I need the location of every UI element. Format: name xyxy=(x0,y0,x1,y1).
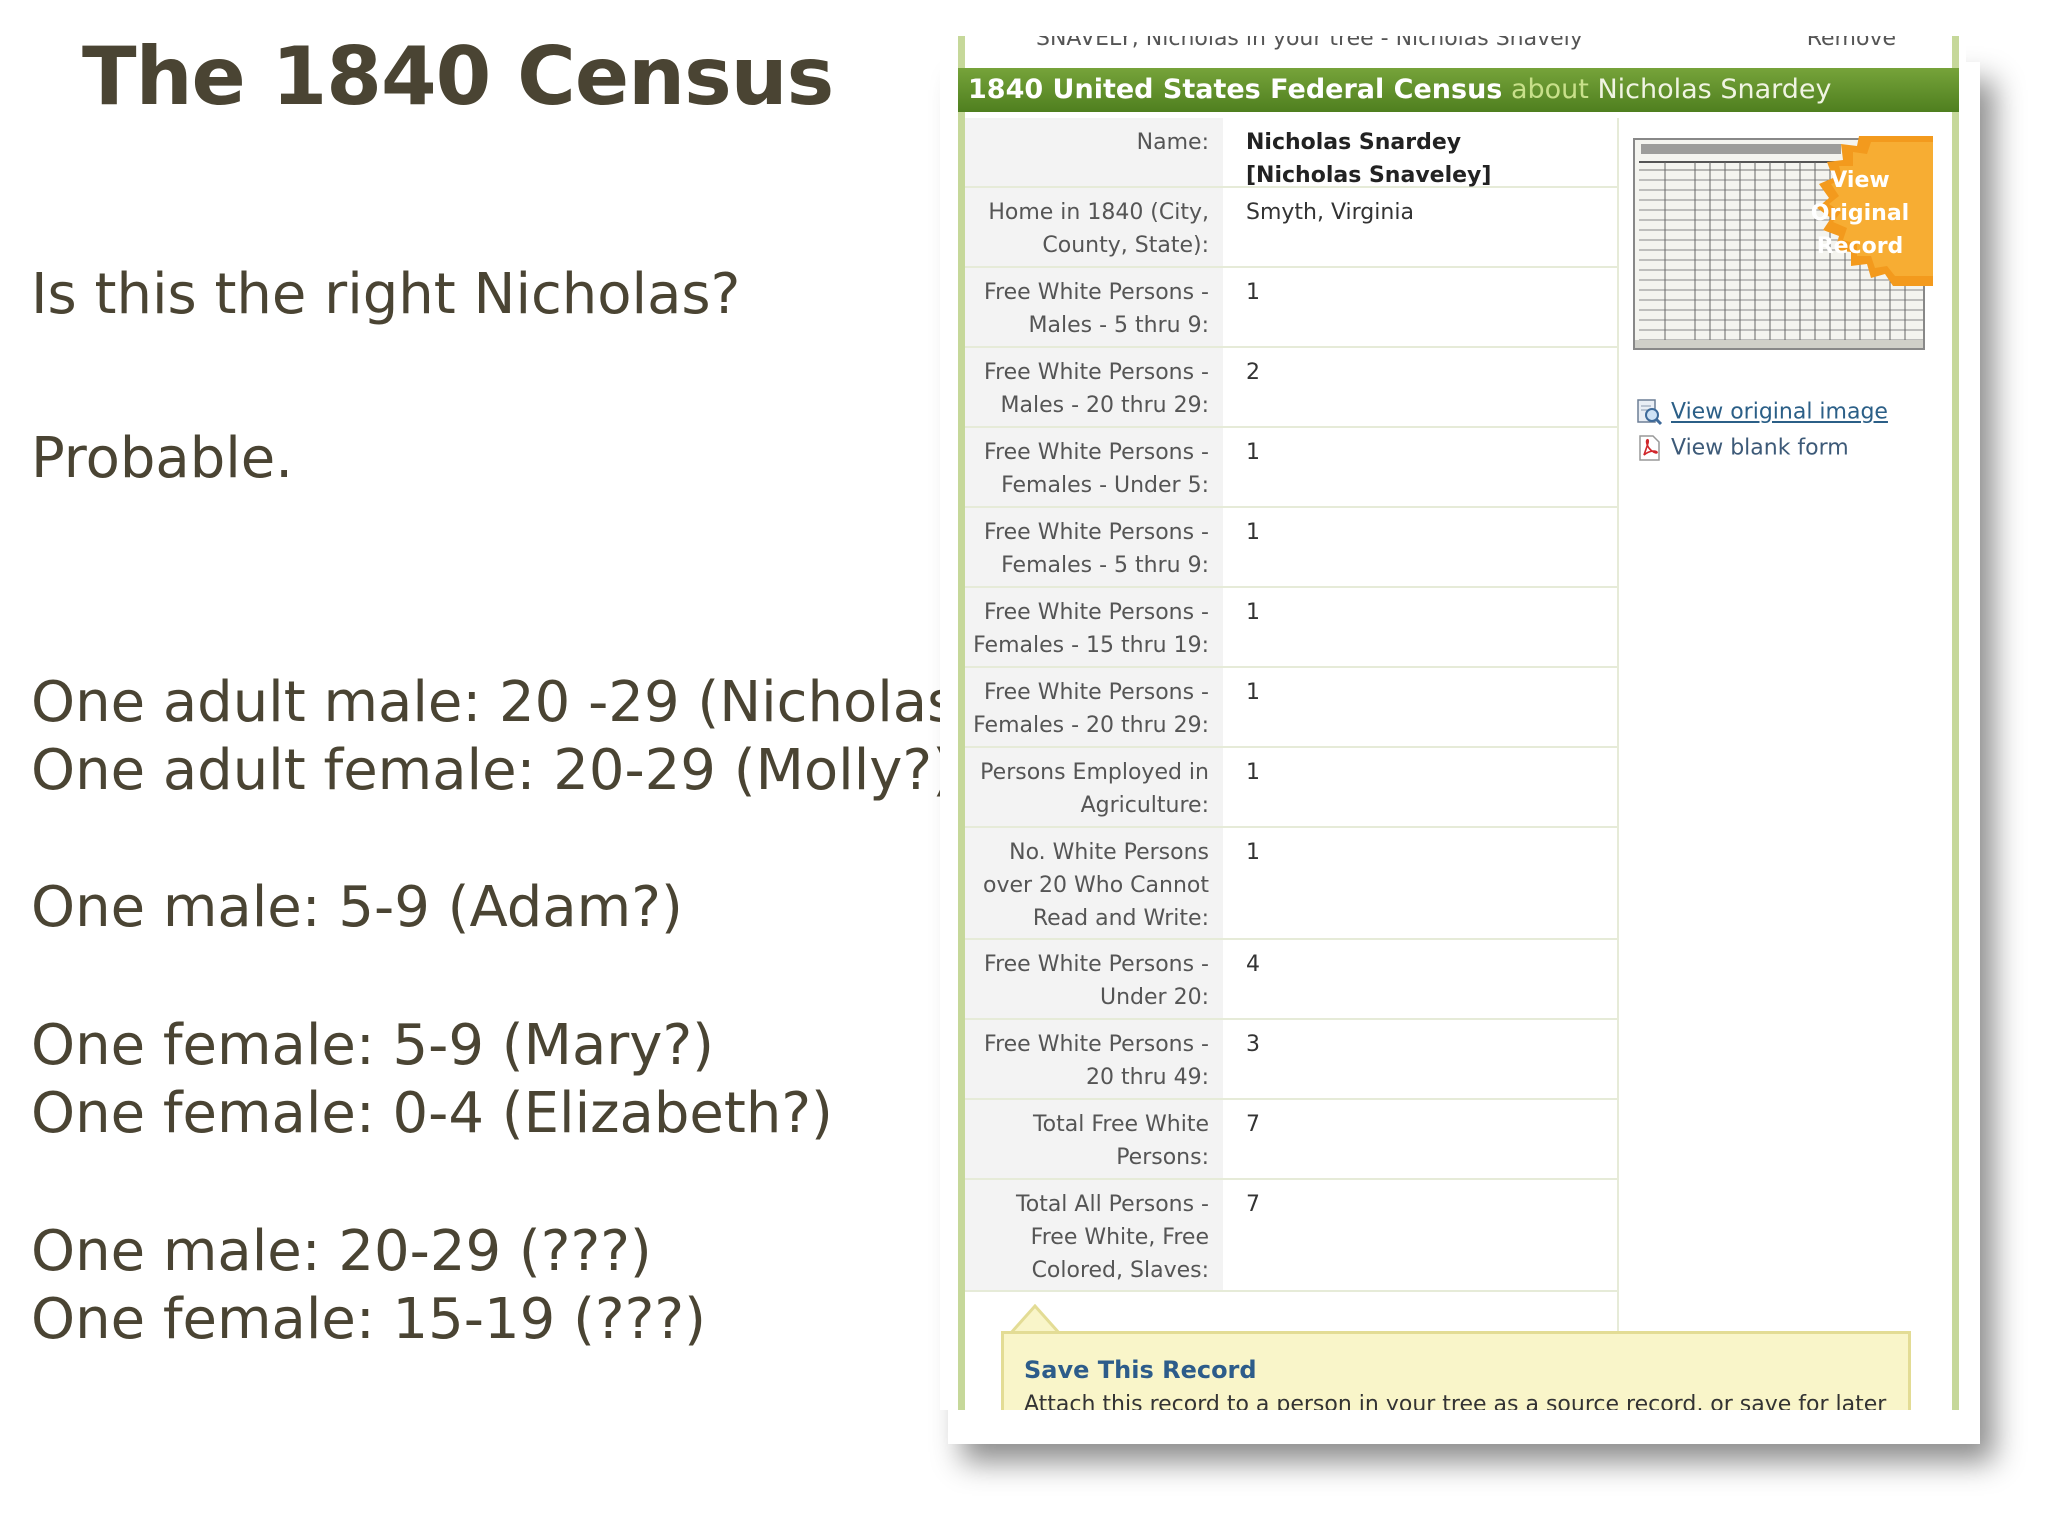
field-value: 1 xyxy=(1246,600,1260,625)
census-record-screenshot: SNAVELY, Nicholas in your tree - Nichola… xyxy=(940,36,1966,1410)
field-value: 3 xyxy=(1246,1032,1260,1057)
note-female-0-4: One female: 0-4 (Elizabeth?) xyxy=(31,1081,833,1146)
field-label: Total All Persons - Free White, Free Col… xyxy=(965,1180,1223,1290)
field-value: 1 xyxy=(1246,680,1260,705)
view-blank-form-row[interactable]: View blank form xyxy=(1635,434,1849,462)
field-label: Free White Persons - Under 20: xyxy=(965,940,1223,1018)
field-value: 1 xyxy=(1246,840,1260,865)
field-value: 1 xyxy=(1246,520,1260,545)
table-row: Free White Persons - Females - Under 5: … xyxy=(965,428,1617,508)
record-title: 1840 United States Federal Census xyxy=(968,74,1503,105)
field-value-name: Nicholas Snardey [Nicholas Snaveley] xyxy=(1223,118,1617,188)
table-row: Home in 1840 (City, County, State): Smyt… xyxy=(965,188,1617,268)
cut-off-text: SNAVELY, Nicholas in your tree - Nichola… xyxy=(1036,36,1583,51)
table-row: Free White Persons - Females - 20 thru 2… xyxy=(965,668,1617,748)
name-primary: Nicholas Snardey xyxy=(1246,130,1462,155)
field-label: Free White Persons - Females - 15 thru 1… xyxy=(965,588,1223,666)
field-value: 1 xyxy=(1246,760,1260,785)
field-label: Free White Persons - Males - 20 thru 29: xyxy=(965,348,1223,426)
slide-title: The 1840 Census xyxy=(82,30,834,123)
note-male-5-9: One male: 5-9 (Adam?) xyxy=(31,875,683,940)
record-header: 1840 United States Federal Census about … xyxy=(958,68,1959,112)
slide-question: Is this the right Nicholas? xyxy=(31,262,741,327)
field-label: Free White Persons - Females - Under 5: xyxy=(965,428,1223,506)
badge-line3: Record xyxy=(1816,234,1904,259)
cut-off-top-bar: SNAVELY, Nicholas in your tree - Nichola… xyxy=(1036,36,1936,56)
table-row: Persons Employed in Agriculture: 1 xyxy=(965,748,1617,828)
table-row: Free White Persons - Males - 5 thru 9: 1 xyxy=(965,268,1617,348)
note-female-5-9: One female: 5-9 (Mary?) xyxy=(31,1013,715,1078)
table-row: Free White Persons - Females - 5 thru 9:… xyxy=(965,508,1617,588)
field-value: 4 xyxy=(1246,952,1260,977)
field-label: No. White Persons over 20 Who Cannot Rea… xyxy=(965,828,1223,938)
table-row: Free White Persons - Males - 20 thru 29:… xyxy=(965,348,1617,428)
magnifier-page-icon xyxy=(1635,398,1663,426)
field-label: Free White Persons - 20 thru 49: xyxy=(965,1020,1223,1098)
note-female-15-19: One female: 15-19 (???) xyxy=(31,1287,706,1352)
record-table: Name: Nicholas Snardey [Nicholas Snavele… xyxy=(965,118,1617,1292)
table-row: No. White Persons over 20 Who Cannot Rea… xyxy=(965,828,1617,940)
record-about: about xyxy=(1510,74,1589,105)
frame-right xyxy=(1952,36,1959,1410)
slide-answer: Probable. xyxy=(31,426,294,491)
field-label: Total Free White Persons: xyxy=(965,1100,1223,1178)
field-value: 7 xyxy=(1246,1112,1260,1137)
frame-left xyxy=(958,36,965,1410)
callout-notch-icon xyxy=(1010,1304,1060,1334)
field-value: 1 xyxy=(1246,280,1260,305)
field-label: Free White Persons - Females - 20 thru 2… xyxy=(965,668,1223,746)
field-value: Smyth, Virginia xyxy=(1246,200,1414,225)
field-value: 2 xyxy=(1246,360,1260,385)
field-label: Name: xyxy=(965,118,1223,186)
field-value: 1 xyxy=(1246,440,1260,465)
remove-link[interactable]: Remove xyxy=(1807,36,1896,51)
badge-line1: View xyxy=(1830,168,1890,193)
field-label: Free White Persons - Females - 5 thru 9: xyxy=(965,508,1223,586)
badge-line2: Original xyxy=(1810,201,1910,226)
record-person: Nicholas Snardey xyxy=(1597,74,1832,105)
table-row: Free White Persons - 20 thru 49: 3 xyxy=(965,1020,1617,1100)
pdf-icon xyxy=(1635,434,1663,462)
save-record-link[interactable]: Save This Record xyxy=(1024,1356,1257,1384)
field-label: Persons Employed in Agriculture: xyxy=(965,748,1223,826)
note-adult-female: One adult female: 20-29 (Molly?) xyxy=(31,738,954,803)
table-row: Free White Persons - Under 20: 4 xyxy=(965,940,1617,1020)
note-male-20-29: One male: 20-29 (???) xyxy=(31,1219,652,1284)
save-record-box: Save This Record Attach this record to a… xyxy=(1001,1331,1911,1410)
field-value: 7 xyxy=(1246,1192,1260,1217)
view-original-image-link[interactable]: View original image xyxy=(1671,400,1888,425)
column-divider xyxy=(1617,118,1619,1333)
table-row: Total Free White Persons: 7 xyxy=(965,1100,1617,1180)
view-blank-form-link[interactable]: View blank form xyxy=(1671,436,1849,461)
field-label: Home in 1840 (City, County, State): xyxy=(965,188,1223,266)
table-row: Name: Nicholas Snardey [Nicholas Snavele… xyxy=(965,118,1617,188)
note-adult-male: One adult male: 20 -29 (Nicholas?) xyxy=(31,670,1008,735)
table-row: Free White Persons - Females - 15 thru 1… xyxy=(965,588,1617,668)
view-original-badge[interactable]: View Original Record xyxy=(1775,136,1933,286)
save-record-description: Attach this record to a person in your t… xyxy=(1024,1392,1887,1410)
table-row: Total All Persons - Free White, Free Col… xyxy=(965,1180,1617,1292)
badge-text: View Original Record xyxy=(1805,164,1915,263)
view-original-image-row[interactable]: View original image xyxy=(1635,398,1888,426)
field-label: Free White Persons - Males - 5 thru 9: xyxy=(965,268,1223,346)
